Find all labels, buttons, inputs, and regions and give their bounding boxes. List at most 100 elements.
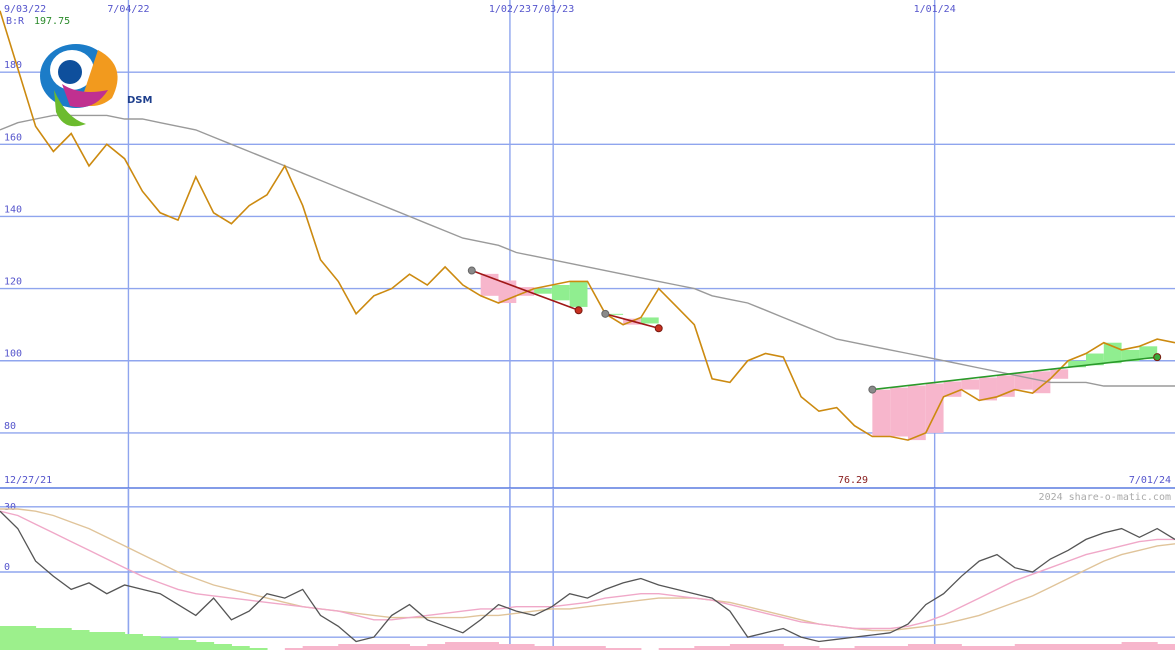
- trend-start-marker: [868, 385, 877, 394]
- histogram-bar: [106, 632, 126, 650]
- histogram-bar: [569, 646, 588, 650]
- trend-end-marker: [654, 324, 663, 333]
- oscillator-vertical-gridlines: [127, 488, 936, 650]
- histogram-bar: [907, 644, 927, 650]
- y-tick-label: 180: [4, 60, 22, 71]
- histogram-bar: [854, 646, 873, 650]
- histogram-bar: [1157, 644, 1175, 650]
- histogram-bar: [320, 646, 339, 650]
- end-date-label: 7/01/24: [1129, 475, 1171, 486]
- min-price-label: 76.29: [838, 475, 868, 486]
- dsm-logo: DSM: [40, 44, 153, 127]
- y-tick-label: 160: [4, 132, 22, 143]
- ticker-label: B:R: [6, 16, 25, 27]
- histogram-bar: [925, 644, 945, 650]
- loss-shading: [872, 389, 891, 437]
- dsm-logo-mark: [40, 44, 118, 127]
- y-tick-label: 140: [4, 204, 22, 215]
- loss-shading: [890, 387, 908, 437]
- watermark: 2024 share-o-matic.com: [1039, 492, 1171, 503]
- histogram-bar: [302, 646, 321, 650]
- histogram-bar: [53, 628, 72, 650]
- loss-shading: [925, 383, 944, 433]
- x-tick-label: 7/04/22: [107, 4, 149, 15]
- gain-shading: [569, 281, 588, 307]
- loss-shading: [907, 385, 926, 441]
- histogram-bar: [89, 632, 108, 650]
- histogram-bar: [996, 646, 1016, 650]
- histogram-bar: [1068, 644, 1087, 650]
- histogram-bar: [1121, 642, 1140, 650]
- histogram-bar: [747, 644, 767, 650]
- histogram-bar: [124, 634, 143, 650]
- histogram-bar: [961, 646, 980, 650]
- trend-start-marker: [601, 309, 610, 318]
- histogram-bar: [534, 646, 553, 650]
- last-price-label: 197.75: [34, 16, 70, 27]
- histogram-bar: [338, 644, 357, 650]
- histogram-bar: [801, 646, 820, 650]
- price-y-tick-labels: 180 160 140 120 100 80: [4, 60, 22, 432]
- histogram-bar: [712, 646, 731, 650]
- histogram-bar: [498, 644, 517, 650]
- y-tick-label: 80: [4, 421, 16, 432]
- histogram-bar: [231, 646, 250, 650]
- oscillator-y-tick-labels: 300-30: [4, 502, 22, 638]
- price-vertical-gridlines: [127, 0, 936, 650]
- histogram-bar: [142, 636, 161, 650]
- moving-average-line: [0, 114, 1175, 387]
- histogram-bar: [729, 644, 749, 650]
- trend-end-marker: [1153, 353, 1162, 362]
- histogram-bar: [178, 640, 197, 650]
- trend-end-marker: [574, 306, 583, 315]
- y-tick-label: 100: [4, 349, 22, 360]
- y-tick-label: 30: [4, 502, 16, 513]
- gain-shading: [551, 284, 570, 301]
- histogram-bar: [427, 644, 446, 650]
- gain-shading: [534, 288, 552, 294]
- histogram-bar: [391, 644, 410, 650]
- histogram-bar: [551, 646, 571, 650]
- histogram-bar: [160, 638, 179, 650]
- histogram-bar: [943, 644, 962, 650]
- histogram-bar: [462, 642, 482, 650]
- histogram-bar: [1032, 644, 1051, 650]
- histogram-bar: [516, 644, 535, 650]
- histogram-bar: [373, 644, 393, 650]
- oscillator-signal-line: [0, 510, 1175, 630]
- histogram-bar: [35, 628, 54, 650]
- loss-shading: [961, 379, 980, 390]
- loss-shading: [943, 381, 962, 397]
- oscillator-main-line: [0, 510, 1175, 643]
- price-panel: 18016014012010080 9/03/22 7/04/22 1/02/23 7…: [0, 0, 1175, 650]
- histogram-bar: [694, 646, 713, 650]
- histogram-bar: [890, 646, 909, 650]
- y-tick-label: 0: [4, 562, 10, 573]
- y-tick-label: 120: [4, 277, 22, 288]
- oscillator-histogram: [0, 626, 1175, 650]
- start-date-label: 12/27/21: [4, 475, 52, 486]
- histogram-bar: [480, 642, 499, 650]
- histogram-bar: [0, 626, 19, 650]
- histogram-bar: [587, 646, 606, 650]
- histogram-bar: [1014, 644, 1034, 650]
- histogram-bar: [195, 642, 215, 650]
- x-tick-label: 1/01/24: [914, 4, 956, 15]
- oscillator-horizontal-gridlines: [0, 506, 1175, 638]
- trend-shading: [480, 273, 1158, 441]
- histogram-bar: [445, 642, 464, 650]
- histogram-bar: [765, 644, 784, 650]
- price-x-tick-labels: 9/03/22 7/04/22 1/02/23 7/03/23 1/01/24: [4, 4, 956, 15]
- gain-shading: [640, 317, 659, 324]
- histogram-bar: [872, 646, 891, 650]
- oscillator-slow-line: [0, 508, 1175, 632]
- x-tick-label: 9/03/22: [4, 4, 46, 15]
- x-tick-label: 7/03/23: [532, 4, 574, 15]
- dsm-logo-text: DSM: [127, 95, 153, 106]
- share-chart: 18016014012010080 9/03/22 7/04/22 1/02/23 7…: [0, 0, 1175, 650]
- histogram-bar: [356, 644, 375, 650]
- histogram-bar: [1103, 644, 1123, 650]
- histogram-bar: [17, 626, 37, 650]
- histogram-bar: [213, 644, 232, 650]
- histogram-bar: [979, 646, 998, 650]
